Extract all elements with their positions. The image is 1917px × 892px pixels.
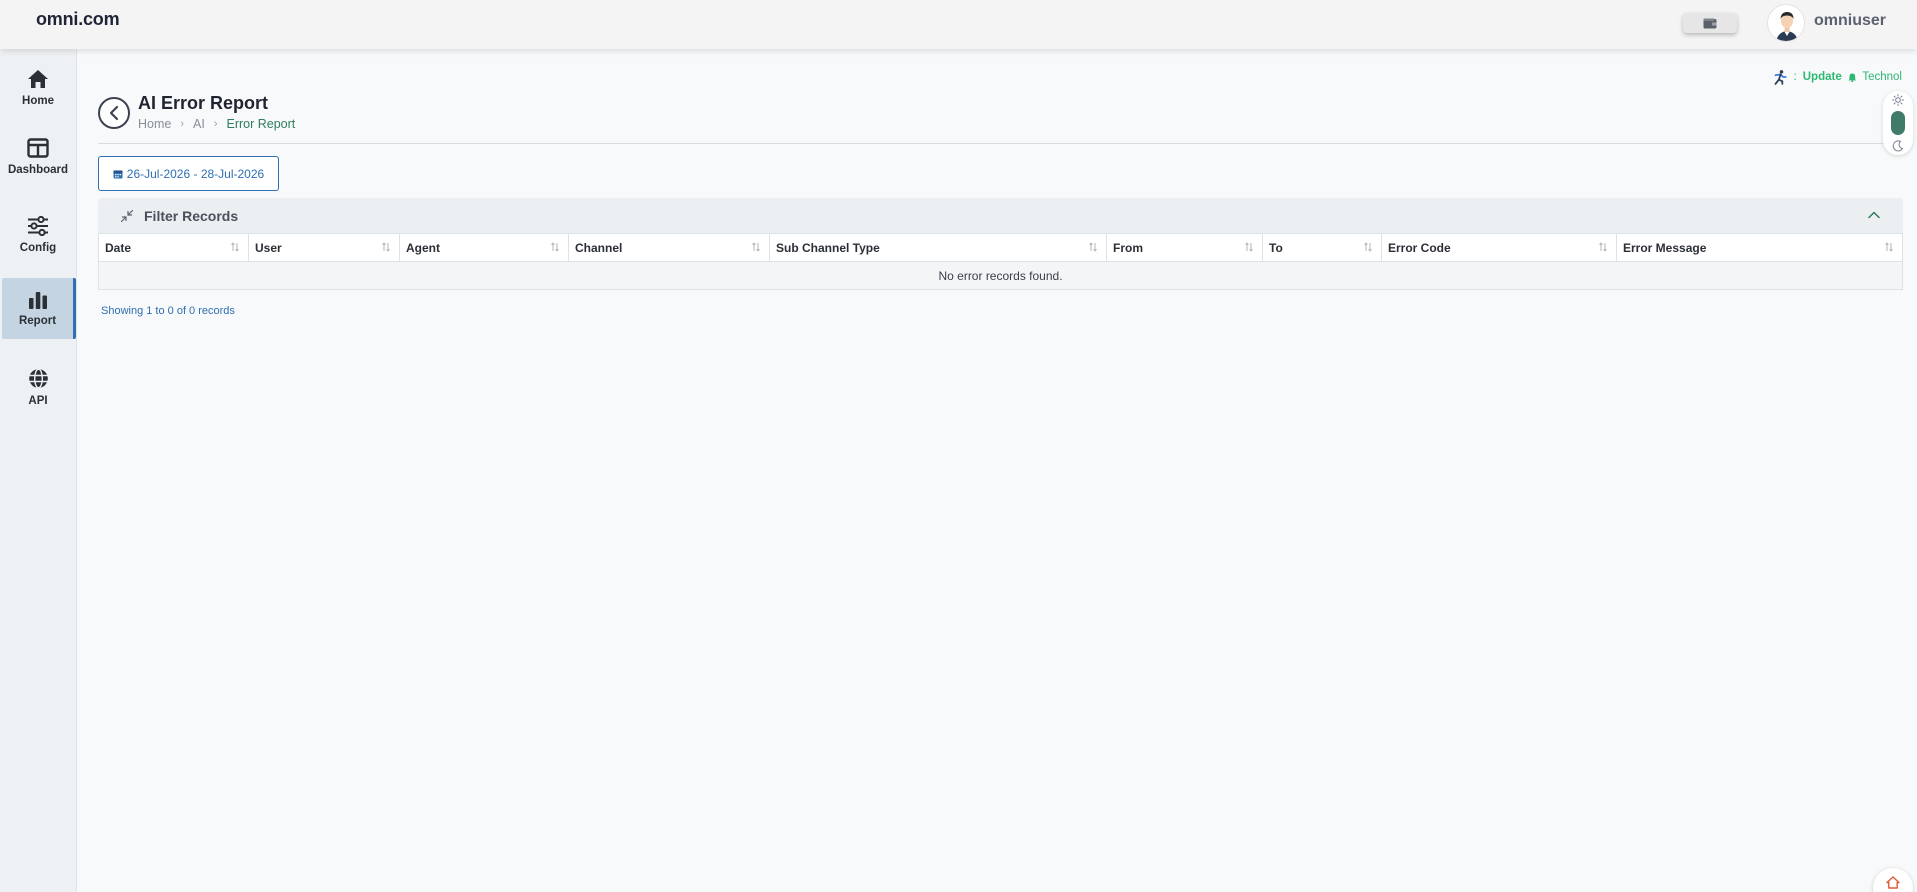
date-range-button[interactable]: 26-Jul-2026 - 28-Jul-2026 bbox=[98, 156, 279, 191]
wallet-button[interactable] bbox=[1683, 13, 1737, 33]
bell-icon bbox=[1848, 72, 1856, 82]
column-header-user[interactable]: User bbox=[249, 234, 400, 262]
sort-icon bbox=[1599, 242, 1607, 252]
column-header-to[interactable]: To bbox=[1263, 234, 1382, 262]
sort-icon bbox=[1089, 242, 1097, 252]
date-range-label: 26-Jul-2026 - 28-Jul-2026 bbox=[126, 166, 265, 181]
error-report-table: Date User Agent Channel Sub Channel Type… bbox=[98, 233, 1903, 290]
update-ticker[interactable]: : Update Technol bbox=[1772, 68, 1902, 86]
theme-toggle-knob[interactable] bbox=[1891, 111, 1905, 135]
sort-icon bbox=[382, 242, 390, 252]
column-header-channel[interactable]: Channel bbox=[569, 234, 770, 262]
sidebar-item-label: Dashboard bbox=[7, 164, 69, 176]
sidebar-item-label: Config bbox=[19, 242, 57, 254]
update-prefix: : bbox=[1793, 71, 1797, 83]
sidebar-item-api[interactable]: API bbox=[0, 356, 76, 418]
sidebar-item-home[interactable]: Home bbox=[0, 57, 76, 119]
update-label: Update bbox=[1802, 71, 1842, 83]
chevron-left-icon bbox=[109, 105, 119, 121]
wallet-icon bbox=[1703, 18, 1717, 28]
table-summary: Showing 1 to 0 of 0 records bbox=[101, 305, 235, 317]
sort-icon bbox=[231, 242, 239, 252]
home-icon bbox=[28, 70, 48, 88]
sidebar: Home Dashboard Config Report API bbox=[0, 49, 77, 892]
breadcrumb: Home › AI › Error Report bbox=[138, 117, 295, 131]
filter-panel-title: Filter Records bbox=[144, 207, 239, 224]
column-header-label: Date bbox=[105, 241, 132, 255]
brand-logo[interactable]: omni.com bbox=[36, 9, 120, 30]
column-header-from[interactable]: From bbox=[1107, 234, 1263, 262]
theme-toggle[interactable] bbox=[1883, 91, 1913, 155]
sidebar-item-label: API bbox=[28, 394, 48, 407]
sort-icon bbox=[551, 242, 559, 252]
empty-message: No error records found. bbox=[938, 268, 1063, 283]
sort-icon bbox=[752, 242, 760, 252]
column-header-label: From bbox=[1113, 241, 1143, 255]
chevron-up-icon[interactable] bbox=[1867, 208, 1881, 222]
back-button[interactable] bbox=[98, 97, 130, 129]
dashboard-icon bbox=[27, 138, 49, 158]
sliders-icon bbox=[28, 216, 48, 236]
globe-icon bbox=[28, 367, 48, 389]
column-header-sub-channel-type[interactable]: Sub Channel Type bbox=[770, 234, 1107, 262]
column-header-label: User bbox=[255, 241, 282, 255]
column-header-label: Error Code bbox=[1388, 241, 1451, 255]
column-header-label: Channel bbox=[575, 241, 623, 255]
breadcrumb-separator-icon: › bbox=[180, 118, 185, 130]
username-label[interactable]: omniuser bbox=[1814, 12, 1886, 30]
column-header-label: To bbox=[1269, 241, 1283, 255]
bar-chart-icon bbox=[28, 291, 47, 309]
calendar-icon bbox=[113, 170, 123, 178]
floating-home-button[interactable] bbox=[1873, 868, 1913, 892]
sidebar-item-report[interactable]: Report bbox=[2, 278, 76, 339]
breadcrumb-ai[interactable]: AI bbox=[193, 117, 205, 131]
sort-icon bbox=[1245, 242, 1253, 252]
update-text: Technol bbox=[1862, 71, 1902, 83]
breadcrumb-home[interactable]: Home bbox=[138, 117, 171, 131]
sort-icon bbox=[1885, 242, 1893, 252]
column-header-error-message[interactable]: Error Message bbox=[1617, 234, 1902, 262]
sidebar-item-dashboard[interactable]: Dashboard bbox=[0, 126, 76, 188]
column-header-label: Error Message bbox=[1623, 241, 1707, 255]
moon-icon bbox=[1892, 140, 1904, 152]
sidebar-item-label: Home bbox=[22, 95, 54, 107]
header-divider bbox=[98, 143, 1901, 144]
table-header-row: Date User Agent Channel Sub Channel Type… bbox=[99, 234, 1902, 262]
sidebar-item-config[interactable]: Config bbox=[0, 204, 76, 266]
compress-icon bbox=[120, 209, 134, 222]
page-title: AI Error Report bbox=[138, 93, 269, 113]
user-avatar[interactable] bbox=[1767, 4, 1805, 42]
column-header-label: Sub Channel Type bbox=[776, 241, 880, 255]
sort-icon bbox=[1364, 242, 1372, 252]
home-icon bbox=[1886, 876, 1900, 889]
top-bar: omni.com omniuser bbox=[0, 0, 1917, 49]
running-person-icon bbox=[1774, 70, 1787, 85]
filter-panel-header[interactable]: Filter Records bbox=[98, 198, 1903, 233]
column-header-date[interactable]: Date bbox=[99, 234, 249, 262]
column-header-error-code[interactable]: Error Code bbox=[1382, 234, 1617, 262]
sun-icon bbox=[1892, 94, 1904, 106]
breadcrumb-separator-icon: › bbox=[213, 118, 218, 130]
column-header-agent[interactable]: Agent bbox=[400, 234, 569, 262]
sidebar-item-label: Report bbox=[18, 314, 57, 327]
column-header-label: Agent bbox=[406, 241, 440, 255]
table-empty-row: No error records found. bbox=[99, 262, 1902, 289]
user-avatar-icon bbox=[1768, 5, 1804, 41]
breadcrumb-current: Error Report bbox=[226, 117, 296, 131]
